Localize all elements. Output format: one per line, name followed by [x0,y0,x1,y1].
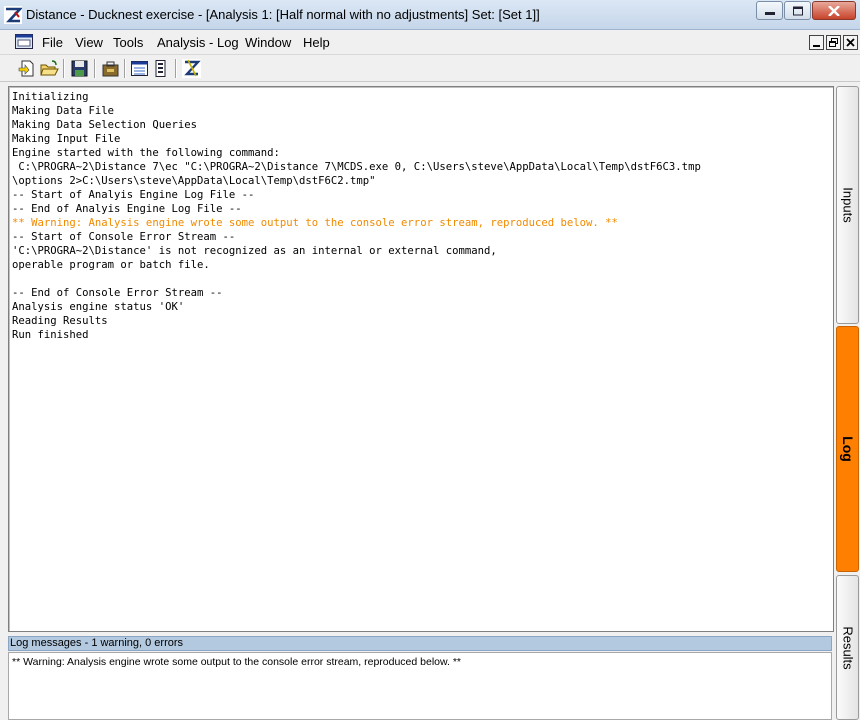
new-project-icon[interactable] [18,59,37,78]
menu-analysis-log[interactable]: Analysis - Log [157,35,239,50]
log-line: C:\PROGRA~2\Distance 7\ec "C:\PROGRA~2\D… [12,161,701,173]
window-title: Distance - Ducknest exercise - [Analysis… [26,7,540,22]
child-minimize-button[interactable] [809,35,824,50]
minimize-button[interactable] [756,1,783,20]
distance-app-icon[interactable] [4,6,22,24]
log-line: Making Data Selection Queries [12,119,197,131]
close-button[interactable] [812,1,856,20]
tab-inputs-label: Inputs [840,187,855,223]
minimize-icon [764,11,775,15]
child-close-button[interactable] [843,35,858,50]
log-line: Engine started with the following comman… [12,147,280,159]
title-bar: Distance - Ducknest exercise - [Analysis… [0,0,860,30]
analysis-details-icon[interactable] [151,59,170,78]
log-line: Initializing [12,91,89,103]
log-line: -- Start of Analyis Engine Log File -- [12,189,255,201]
log-text-area[interactable]: Initializing Making Data File Making Data … [8,86,834,632]
document-window-icon[interactable] [15,34,33,49]
close-icon [846,38,855,47]
menu-view[interactable]: View [75,35,103,50]
tab-log[interactable]: Log [836,326,859,572]
analysis-browser-icon[interactable] [130,59,149,78]
maximize-button[interactable] [784,1,811,20]
log-line: operable program or batch file. [12,259,210,271]
menu-bar: File View Tools Analysis - Log Window He… [0,30,860,55]
toolbar-separator [63,59,65,78]
maximize-icon [792,6,803,15]
minimize-icon [813,45,820,47]
menu-file[interactable]: File [42,35,63,50]
close-icon [828,5,840,16]
log-line: Making Input File [12,133,121,145]
toolbar-separator [94,59,96,78]
log-line: Making Data File [12,105,115,117]
menu-window[interactable]: Window [245,35,291,50]
log-line: -- Start of Console Error Stream -- [12,231,236,243]
log-content: Initializing Making Data File Making Data … [12,90,701,342]
log-line: -- End of Console Error Stream -- [12,287,223,299]
tab-log-label: Log [839,436,856,462]
data-explorer-icon[interactable] [101,59,120,78]
log-message-item[interactable]: ** Warning: Analysis engine wrote some o… [12,656,461,668]
log-warning-line: ** Warning: Analysis engine wrote some o… [12,217,618,229]
menu-tools[interactable]: Tools [113,35,143,50]
log-line: 'C:\PROGRA~2\Distance' is not recognized… [12,245,497,257]
log-line: \options 2>C:\Users\steve\AppData\Local\… [12,175,376,187]
log-line: Analysis engine status 'OK' [12,301,185,313]
log-line: Run finished [12,329,89,341]
toolbar-separator [124,59,126,78]
open-project-icon[interactable] [40,59,59,78]
log-line: -- End of Analyis Engine Log File -- [12,203,242,215]
tab-results[interactable]: Results [836,575,859,720]
tab-results-label: Results [840,625,855,670]
restore-icon [829,38,838,47]
distance-logo-icon[interactable] [182,59,201,78]
save-icon[interactable] [70,59,89,78]
log-messages-list[interactable]: ** Warning: Analysis engine wrote some o… [8,652,832,720]
log-line: Reading Results [12,315,108,327]
toolbar-separator [175,59,177,78]
tab-inputs[interactable]: Inputs [836,86,859,324]
child-restore-button[interactable] [826,35,841,50]
toolbar [0,55,860,82]
menu-help[interactable]: Help [303,35,330,50]
log-messages-header: Log messages - 1 warning, 0 errors [8,636,832,651]
